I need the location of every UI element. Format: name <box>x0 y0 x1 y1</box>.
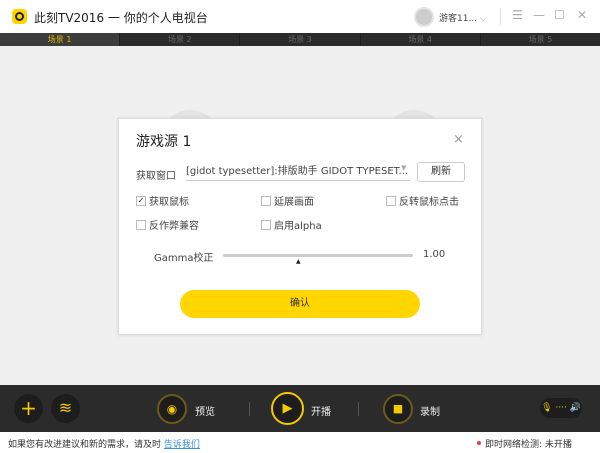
maximize-button[interactable]: ☐ <box>554 8 565 22</box>
game-source-dialog: 游戏源 1 × 获取窗口 [gidot typesetter]:排版助手 GID… <box>118 118 482 335</box>
close-button[interactable]: ✕ <box>577 8 587 22</box>
add-source-button[interactable]: + <box>14 394 43 423</box>
checkbox-label: 启用alpha <box>274 221 322 232</box>
window-select[interactable]: [gidot typesetter]:排版助手 GIDOT TYPESET... <box>186 162 410 181</box>
checkbox-alpha[interactable]: 启用alpha <box>261 217 322 232</box>
username: 游客11... <box>439 14 478 24</box>
checkbox-anticheat[interactable]: 反作弊兼容 <box>136 217 199 232</box>
gamma-slider[interactable] <box>223 254 413 257</box>
user-menu[interactable]: 游客11... ⌵ <box>439 11 487 24</box>
tab-scene-3[interactable]: 场景 3 <box>240 33 361 46</box>
feedback-link[interactable]: 告诉我们 <box>164 440 200 450</box>
preview-eye-icon[interactable]: ◉ <box>157 394 187 424</box>
checkbox-label: 反作弊兼容 <box>149 221 199 232</box>
menu-icon[interactable]: ☰ <box>512 8 523 22</box>
control-bar: + ≋ ◉ 预览 ▶ 开播 ■ 录制 🎙 ···· 🔊 <box>0 385 600 432</box>
divider <box>249 402 250 416</box>
record-camera-icon[interactable]: ■ <box>383 394 413 424</box>
tab-scene-2[interactable]: 场景 2 <box>120 33 241 46</box>
slider-thumb-icon[interactable]: ▲ <box>296 258 301 265</box>
record-label[interactable]: 录制 <box>420 403 440 418</box>
tab-scene-1[interactable]: 场景 1 <box>0 33 121 46</box>
checkbox-icon <box>261 195 271 206</box>
checkbox-invert-click[interactable]: 反转鼠标点击 <box>386 193 459 208</box>
checkbox-capture-cursor[interactable]: ✓ 获取鼠标 <box>136 193 189 208</box>
feedback-text: 如果您有改进建议和新的需求，请及时 告诉我们 <box>8 437 200 450</box>
status-bar: 如果您有改进建议和新的需求，请及时 告诉我们 即时网络检测: 未开播 <box>0 432 600 453</box>
play-icon[interactable]: ▶ <box>271 392 304 425</box>
divider <box>500 9 501 25</box>
network-status: 即时网络检测: 未开播 <box>485 440 572 450</box>
preview-label[interactable]: 预览 <box>195 403 215 418</box>
window-label: 获取窗口 <box>136 171 176 182</box>
app-title: 此刻TV2016 一 你的个人电视台 <box>34 11 208 25</box>
title-bar: 此刻TV2016 一 你的个人电视台 游客11... ⌵ ☰ — ☐ ✕ <box>0 0 600 33</box>
checkbox-icon <box>261 219 271 230</box>
divider <box>358 402 359 416</box>
live-label[interactable]: 开播 <box>311 403 331 418</box>
audio-control[interactable]: 🎙 ···· 🔊 <box>540 398 582 418</box>
feedback-message: 如果您有改进建议和新的需求，请及时 <box>8 440 162 450</box>
gamma-label: Gamma校正 <box>154 253 214 264</box>
confirm-button[interactable]: 确认 <box>180 290 420 318</box>
chevron-down-icon: ⌵ <box>479 14 487 24</box>
dialog-title: 游戏源 1 <box>136 134 192 150</box>
checkbox-label: 反转鼠标点击 <box>399 197 459 208</box>
tab-scene-5: 场景 5 <box>528 35 553 44</box>
scene-tabs: 场景 1 场景 2 场景 3 场景 4 场景 5 <box>0 33 600 46</box>
checkbox-icon <box>136 219 146 230</box>
checkbox-icon <box>386 195 396 206</box>
refresh-button[interactable]: 刷新 <box>417 162 465 182</box>
tab-scene-4[interactable]: 场景 4 <box>361 33 481 46</box>
app-logo-icon <box>12 9 27 24</box>
close-icon[interactable]: × <box>453 132 464 147</box>
checkbox-checked-icon: ✓ <box>136 195 146 206</box>
checkbox-stretch[interactable]: 延展画面 <box>261 193 314 208</box>
avatar[interactable] <box>414 7 434 27</box>
status-dot-icon <box>477 441 481 445</box>
gamma-value: 1.00 <box>423 249 446 260</box>
checkbox-label: 获取鼠标 <box>149 197 189 208</box>
minimize-button[interactable]: — <box>533 8 545 22</box>
checkbox-label: 延展画面 <box>274 197 314 208</box>
dropdown-arrow-icon[interactable]: ▼ <box>401 164 406 172</box>
layers-icon[interactable]: ≋ <box>51 394 80 423</box>
